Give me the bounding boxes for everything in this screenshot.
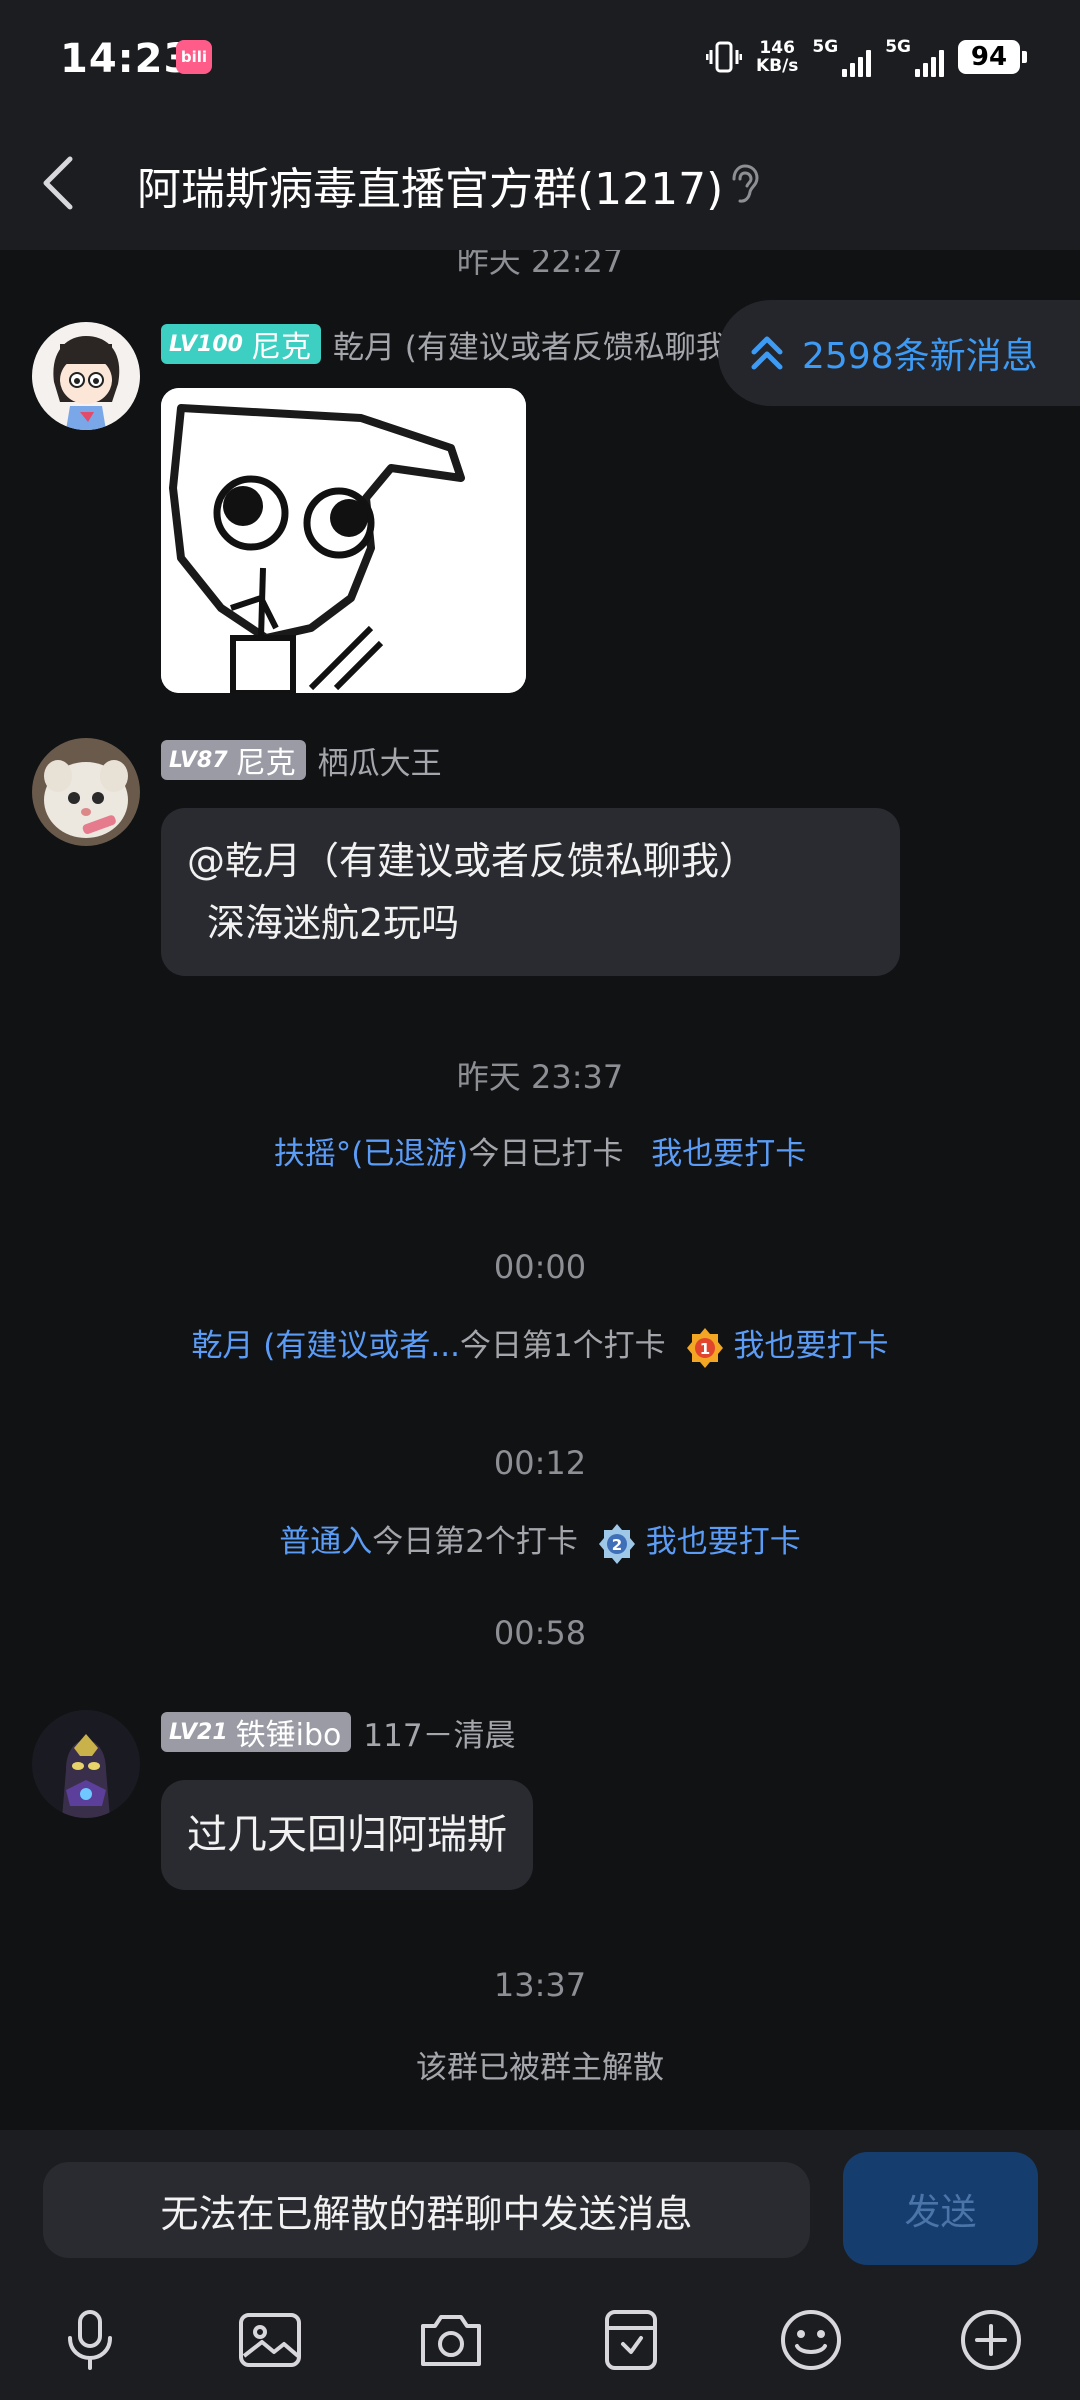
signal-bars-icon: [915, 49, 944, 77]
camera-icon[interactable]: [417, 2306, 485, 2374]
battery-indicator: 94: [958, 40, 1027, 74]
bilibili-app-icon: bili: [176, 40, 212, 74]
new-messages-button[interactable]: 2598条新消息: [718, 300, 1080, 406]
avatar[interactable]: [32, 1710, 140, 1818]
group-title: 阿瑞斯病毒直播官方群(1217): [137, 164, 724, 215]
input-bar: 无法在已解散的群聊中发送消息 发送: [0, 2130, 1080, 2400]
timestamp: 00:12: [493, 1444, 587, 1482]
sticker-image: [161, 388, 526, 693]
avatar[interactable]: [32, 738, 140, 846]
sender-meta: LV100 尼克 乾月 (有建议或者反馈私聊我): [161, 322, 739, 366]
message-bubble[interactable]: @乾月（有建议或者反馈私聊我） 深海迷航2玩吗: [161, 808, 900, 976]
avatar[interactable]: [32, 322, 140, 430]
checkin-user-link[interactable]: 扶摇°(已退游): [274, 1136, 469, 1172]
checkin-notice: 扶摇°(已退游)今日已打卡 我也要打卡: [273, 1136, 807, 1172]
status-bar: 14:23 bili 146 KB/s 5G 5G 94: [0, 0, 1080, 115]
message-input[interactable]: 无法在已解散的群聊中发送消息: [43, 2162, 810, 2258]
sender-meta: LV21 铁锤ibo 117－清晨: [161, 1710, 516, 1754]
checkin-action-link[interactable]: 我也要打卡: [651, 1136, 806, 1172]
status-time: 14:23: [60, 36, 193, 82]
new-messages-label: 2598条新消息: [802, 336, 1038, 377]
timestamp: 00:00: [493, 1248, 587, 1286]
signal-5g-2: 5G: [885, 37, 944, 77]
level-badge: LV100 尼克: [161, 324, 321, 365]
checkin-action-link[interactable]: 我也要打卡: [734, 1328, 889, 1364]
checkin-notice: 乾月 (有建议或者...今日第1个打卡 1 我也要打卡: [0, 1320, 1080, 1370]
timestamp: 00:58: [493, 1614, 587, 1652]
checkin-user-link[interactable]: 普通入: [279, 1524, 372, 1560]
signal-bars-icon: [842, 49, 872, 77]
chat-header: 阿瑞斯病毒直播官方群(1217): [0, 115, 1080, 250]
sender-nickname[interactable]: 117－清晨: [363, 1710, 515, 1755]
message-list[interactable]: 昨天 22:27 LV100 尼克 乾月 (有建议或者反馈私聊我) 2598条新…: [0, 250, 1080, 2130]
image-icon[interactable]: [236, 2306, 304, 2374]
timestamp: 昨天 22:27: [456, 250, 624, 280]
ear-icon[interactable]: [726, 163, 762, 205]
sender-nickname[interactable]: 乾月 (有建议或者反馈私聊我): [333, 322, 739, 367]
checkin-action-link[interactable]: 我也要打卡: [646, 1524, 801, 1560]
status-icons: 146 KB/s 5G 5G 94: [705, 34, 1027, 80]
emoji-icon[interactable]: [777, 2306, 845, 2374]
gold-medal-icon: 1: [686, 1327, 723, 1368]
send-button[interactable]: 发送: [843, 2152, 1038, 2265]
level-badge: LV21 铁锤ibo: [161, 1712, 352, 1753]
svg-text:2: 2: [612, 1536, 622, 1554]
system-notice: 该群已被群主解散: [416, 2050, 664, 2086]
message-bubble[interactable]: 过几天回归阿瑞斯: [161, 1780, 533, 1890]
checkin-user-link[interactable]: 乾月 (有建议或者...: [191, 1328, 460, 1364]
sender-meta: LV87 尼克 栖瓜大王: [161, 738, 442, 782]
plus-icon[interactable]: [957, 2306, 1025, 2374]
back-arrow-icon[interactable]: [36, 151, 82, 215]
timestamp: 13:37: [493, 1966, 587, 2004]
level-badge: LV87 尼克: [161, 740, 306, 781]
double-chevron-up-icon: [751, 336, 783, 370]
microphone-icon[interactable]: [56, 2306, 124, 2374]
silver-medal-icon: 2: [598, 1523, 635, 1564]
image-message[interactable]: [161, 388, 526, 693]
toolbar: [0, 2290, 1080, 2400]
timestamp: 昨天 23:37: [456, 1058, 624, 1096]
signal-5g-1: 5G: [812, 37, 872, 77]
checkin-notice: 普通入今日第2个打卡 2 我也要打卡: [0, 1516, 1080, 1566]
svg-text:1: 1: [699, 1340, 709, 1358]
sticker-icon[interactable]: [597, 2306, 665, 2374]
vibrate-icon: [705, 41, 742, 73]
sender-nickname[interactable]: 栖瓜大王: [318, 738, 442, 783]
network-speed: 146 KB/s: [755, 38, 799, 76]
